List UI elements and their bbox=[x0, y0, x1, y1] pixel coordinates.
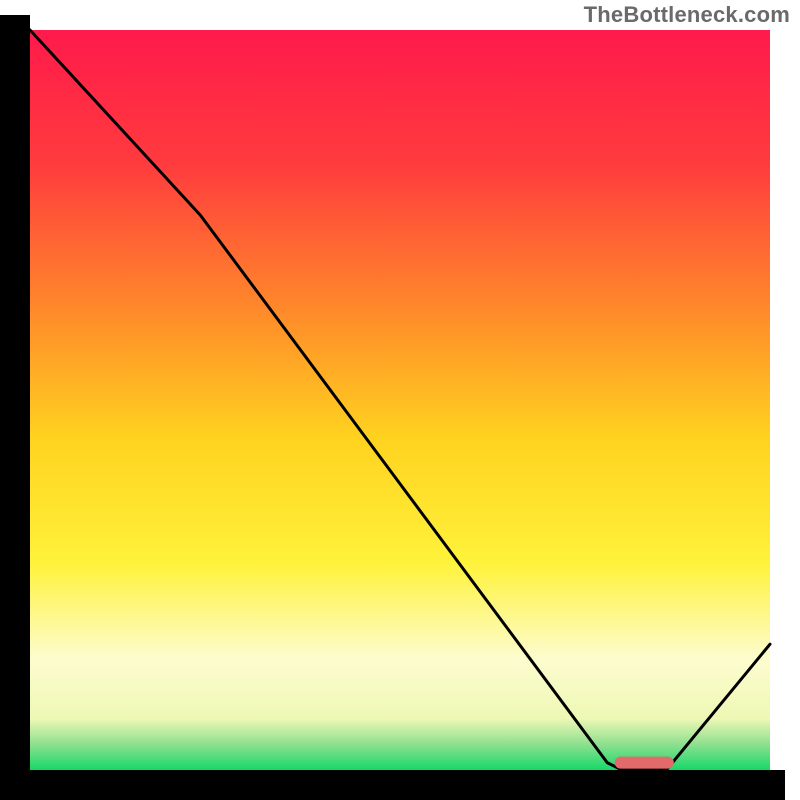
bottleneck-chart bbox=[0, 0, 800, 800]
watermark-label: TheBottleneck.com bbox=[584, 2, 790, 28]
plot-background bbox=[30, 30, 770, 770]
optimal-marker bbox=[615, 757, 674, 769]
chart-stage: TheBottleneck.com bbox=[0, 0, 800, 800]
